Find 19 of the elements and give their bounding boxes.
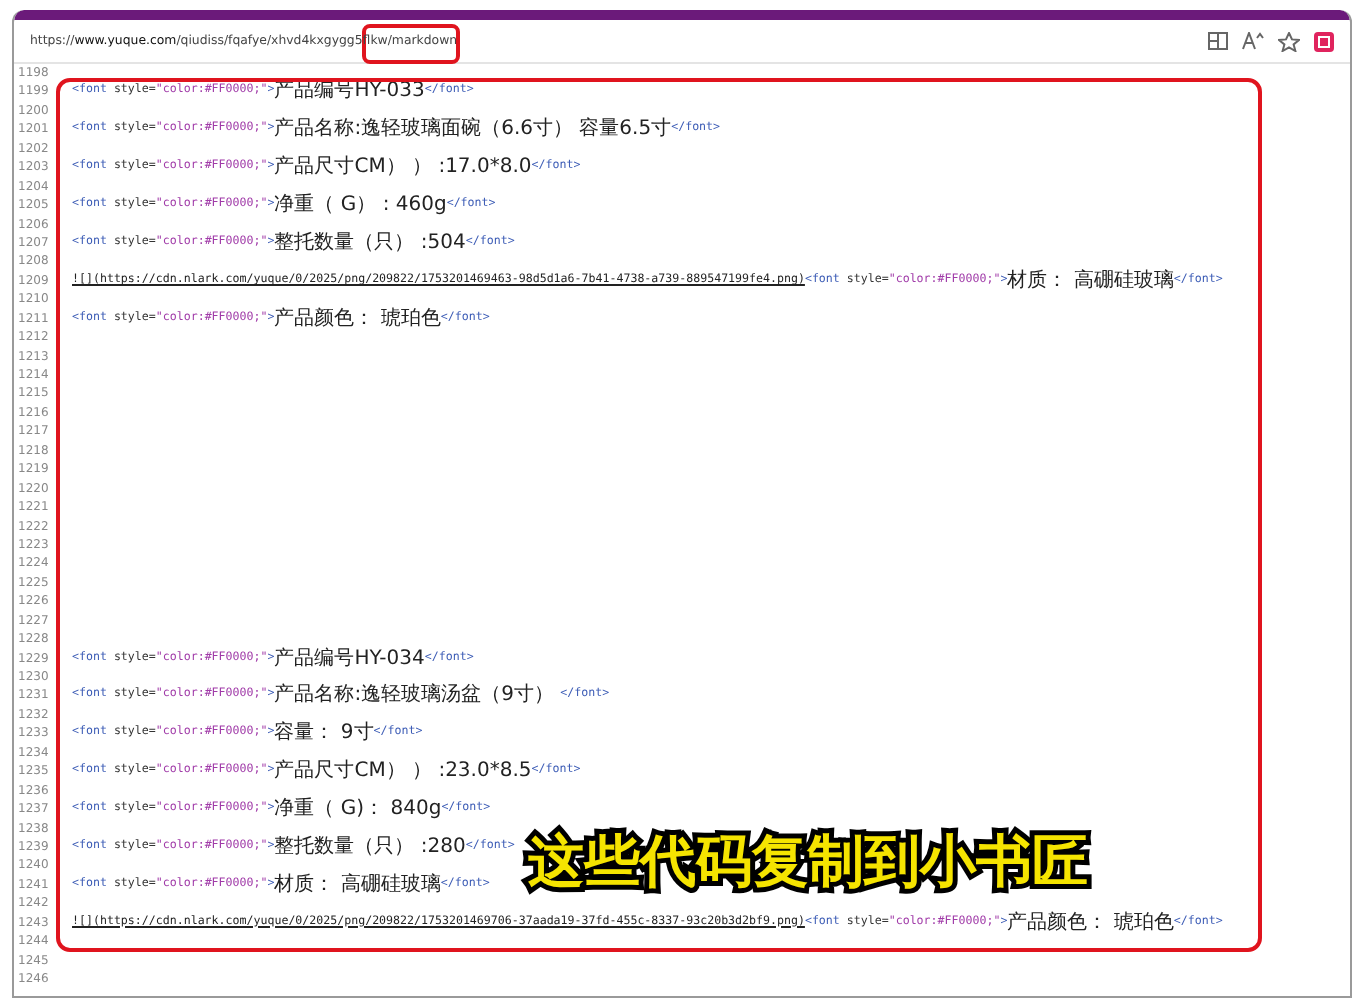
code-text: 净重（ G)： 840g xyxy=(274,800,442,820)
code-text: 产品名称:逸轻玻璃面碗（6.6寸） 容量6.5寸 xyxy=(274,120,672,140)
code-text: 材质： 高硼硅玻璃 xyxy=(274,875,441,895)
code-text: 产品编号HY-034 xyxy=(274,649,425,669)
code-text: 产品颜色： 琥珀色 xyxy=(274,309,441,329)
split-screen-icon[interactable] xyxy=(1208,32,1228,50)
code-text: 材质： 高硼硅玻璃 xyxy=(1007,271,1174,291)
code-text: 产品颜色： 琥珀色 xyxy=(1007,913,1174,933)
star-icon[interactable] xyxy=(1278,31,1300,51)
code-text: 净重（ G） : 460g xyxy=(274,196,447,216)
code-text: 整托数量（只） :504 xyxy=(274,233,466,253)
caption-overlay: 这些代码复制到小书匠 xyxy=(528,826,1088,898)
code-text: 产品尺寸CM） ） :17.0*8.0 xyxy=(274,158,532,178)
code-text: 产品名称:逸轻玻璃汤盆（9寸） xyxy=(274,686,556,706)
read-aloud-icon[interactable] xyxy=(1242,32,1264,50)
extension-icon[interactable] xyxy=(1314,31,1334,51)
code-text: 整托数量（只） :280 xyxy=(274,837,466,857)
code-text: 容量： 9寸 xyxy=(274,724,374,744)
code-text: 产品尺寸CM） ） :23.0*8.5 xyxy=(274,762,532,782)
